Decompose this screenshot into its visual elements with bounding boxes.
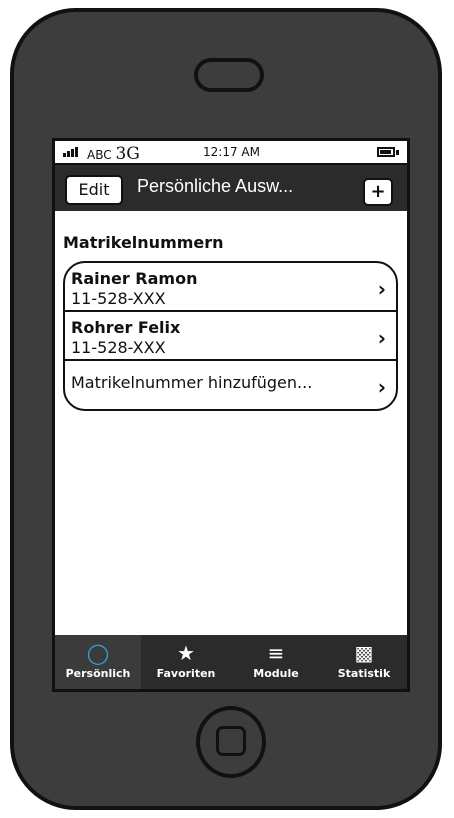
phone-screen: ABC 3G 12:17 AM Edit Persönliche Ausw...… xyxy=(52,138,410,692)
section-title: Matrikelnummern xyxy=(63,233,224,252)
tab-label: Statistik xyxy=(337,667,391,680)
student-number-list: Rainer Ramon 11-528-XXX › Rohrer Felix 1… xyxy=(63,261,398,411)
main-content: Matrikelnummern Rainer Ramon 11-528-XXX … xyxy=(55,211,407,635)
list-item-id: 11-528-XXX xyxy=(71,289,166,308)
battery-tip xyxy=(396,150,399,155)
carrier-name: ABC xyxy=(87,148,112,162)
list-item-name: Rohrer Felix xyxy=(71,318,181,337)
list-item[interactable]: Rainer Ramon 11-528-XXX › xyxy=(65,263,396,312)
tab-label: Module xyxy=(253,667,299,680)
speaker-grille xyxy=(194,58,264,92)
chevron-right-icon: › xyxy=(377,375,386,399)
navigation-bar: Edit Persönliche Ausw... + xyxy=(55,165,407,211)
tab-bar: ◯ Persönlich ★ Favoriten ≡ Module ▩ Stat… xyxy=(55,635,407,689)
tab-statistik[interactable]: ▩ Statistik xyxy=(321,635,407,689)
add-button[interactable]: + xyxy=(363,178,393,206)
tab-module[interactable]: ≡ Module xyxy=(233,635,319,689)
page-title: Persönliche Ausw... xyxy=(137,176,294,196)
tab-label: Favoriten xyxy=(156,667,216,680)
home-square-icon xyxy=(216,726,246,756)
edit-button[interactable]: Edit xyxy=(65,175,123,205)
chevron-right-icon: › xyxy=(377,326,386,350)
carrier-label: ABC 3G xyxy=(87,144,140,164)
status-bar: ABC 3G 12:17 AM xyxy=(55,141,407,165)
network-type: 3G xyxy=(115,144,140,164)
person-icon: ◯ xyxy=(86,641,110,665)
add-student-number-row[interactable]: Matrikelnummer hinzufügen... › xyxy=(65,361,396,409)
list-icon: ≡ xyxy=(267,641,285,665)
tab-favoriten[interactable]: ★ Favoriten xyxy=(143,635,229,689)
tab-label: Persönlich xyxy=(65,667,131,680)
list-item-name: Rainer Ramon xyxy=(71,269,198,288)
add-student-number-label: Matrikelnummer hinzufügen... xyxy=(71,373,313,392)
chart-icon: ▩ xyxy=(354,641,374,665)
battery-icon xyxy=(377,147,395,157)
signal-icon xyxy=(63,147,78,157)
status-time: 12:17 AM xyxy=(203,145,260,159)
star-icon: ★ xyxy=(177,641,195,665)
list-item[interactable]: Rohrer Felix 11-528-XXX › xyxy=(65,312,396,361)
tab-persoenlich[interactable]: ◯ Persönlich xyxy=(55,635,141,689)
chevron-right-icon: › xyxy=(377,277,386,301)
list-item-id: 11-528-XXX xyxy=(71,338,166,357)
